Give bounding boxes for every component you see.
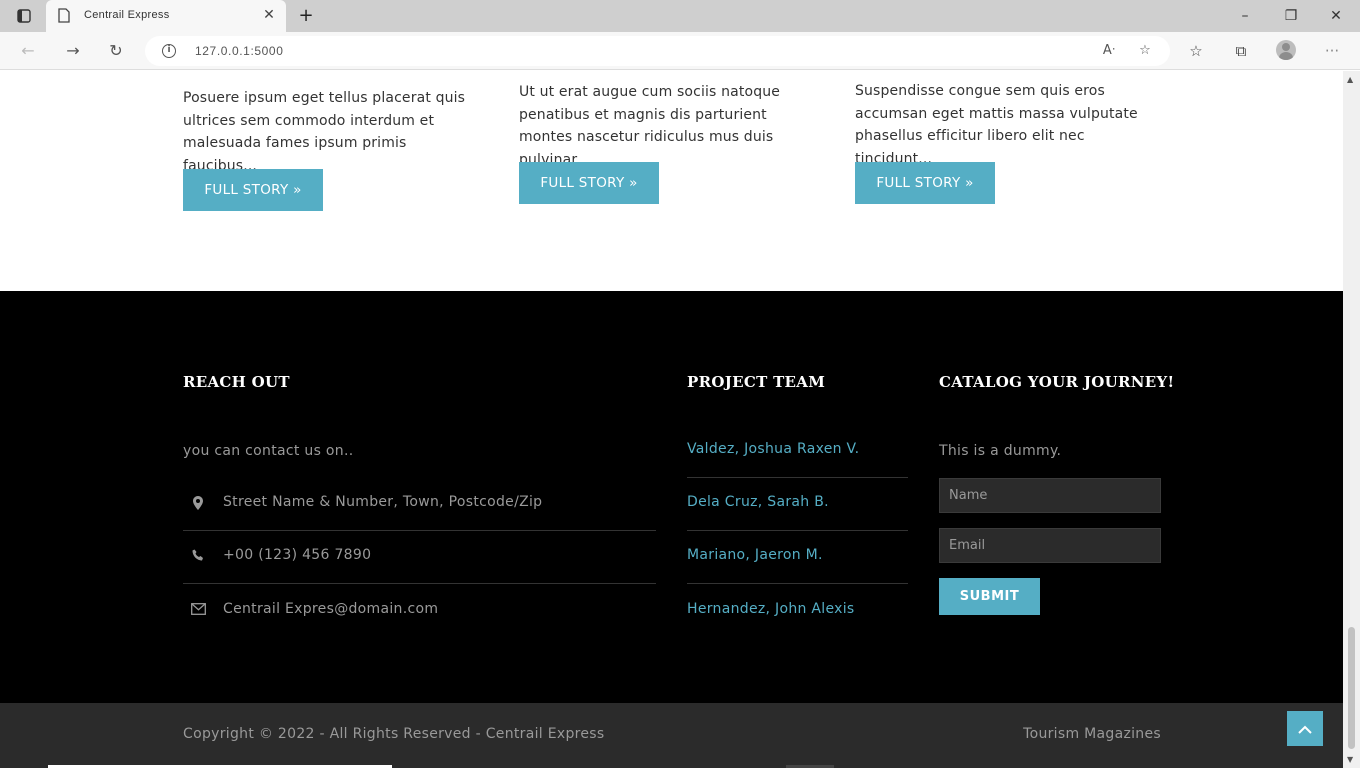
- scroll-up-arrow-icon[interactable]: ▲: [1347, 75, 1353, 84]
- envelope-icon: [191, 603, 206, 619]
- map-pin-icon: [191, 496, 205, 512]
- contact-address: Street Name & Number, Town, Postcode/Zip: [223, 494, 543, 510]
- contact-address-row: Street Name & Number, Town, Postcode/Zip: [183, 478, 656, 531]
- contact-intro: you can contact us on..: [183, 443, 354, 459]
- story-card-2: Ut ut erat augue cum sociis natoque pena…: [519, 81, 819, 171]
- tab-title: Centrail Express: [84, 9, 170, 21]
- tourism-magazines-link[interactable]: Tourism Magazines: [1023, 726, 1161, 742]
- site-footer: REACH OUT you can contact us on.. Street…: [0, 291, 1343, 703]
- team-member-row: Dela Cruz, Sarah B.: [687, 478, 908, 531]
- story-excerpt: Posuere ipsum eget tellus placerat quis …: [183, 90, 466, 174]
- tab-actions-icon[interactable]: [12, 6, 36, 26]
- collections-icon[interactable]: ⧉: [1231, 41, 1251, 61]
- browser-tab-bar: Centrail Express ✕ + – ❐ ✕: [0, 0, 1360, 32]
- browser-toolbar: ← → ↻ i 127.0.0.1:5000 Aᐧ ☆ ☆ ⧉ ···: [0, 32, 1360, 70]
- forward-button[interactable]: →: [61, 40, 85, 62]
- full-story-button[interactable]: FULL STORY »: [183, 169, 323, 211]
- page-viewport: Posuere ipsum eget tellus placerat quis …: [0, 71, 1343, 768]
- contact-email-row: Centrail Expres@domain.com: [183, 585, 656, 638]
- back-button[interactable]: ←: [16, 40, 40, 62]
- address-text[interactable]: 127.0.0.1:5000: [195, 44, 283, 58]
- full-story-button[interactable]: FULL STORY »: [855, 162, 995, 204]
- story-card-1: Posuere ipsum eget tellus placerat quis …: [183, 87, 483, 177]
- team-member-row: Mariano, Jaeron M.: [687, 531, 908, 584]
- team-member-link[interactable]: Hernandez, John Alexis: [687, 601, 855, 617]
- address-bar[interactable]: i 127.0.0.1:5000 Aᐧ ☆: [145, 36, 1170, 66]
- copyright-text: Copyright © 2022 - All Rights Reserved -…: [183, 726, 605, 742]
- restore-button[interactable]: ❐: [1269, 4, 1313, 28]
- refresh-button[interactable]: ↻: [104, 40, 128, 62]
- add-favorite-icon[interactable]: ☆: [1136, 43, 1154, 59]
- read-aloud-icon[interactable]: Aᐧ: [1100, 43, 1118, 59]
- catalog-text: This is a dummy.: [939, 443, 1062, 459]
- browser-tab[interactable]: Centrail Express ✕: [46, 0, 286, 32]
- reach-out-heading: REACH OUT: [183, 373, 290, 391]
- close-window-button[interactable]: ✕: [1314, 4, 1358, 28]
- project-team-heading: PROJECT TEAM: [687, 373, 826, 391]
- team-member-link[interactable]: Valdez, Joshua Raxen V.: [687, 441, 859, 457]
- story-excerpt: Ut ut erat augue cum sociis natoque pena…: [519, 84, 781, 168]
- scroll-down-arrow-icon[interactable]: ▼: [1347, 755, 1353, 764]
- team-member-link[interactable]: Dela Cruz, Sarah B.: [687, 494, 829, 510]
- story-excerpt: Suspendisse congue sem quis eros accumsa…: [855, 83, 1138, 167]
- minimize-button[interactable]: –: [1223, 4, 1267, 28]
- contact-email: Centrail Expres@domain.com: [223, 601, 439, 617]
- chevron-up-icon: [1298, 719, 1312, 738]
- page-icon: [58, 8, 72, 24]
- more-menu-icon[interactable]: ···: [1322, 41, 1342, 61]
- close-tab-icon[interactable]: ✕: [262, 8, 276, 22]
- new-tab-button[interactable]: +: [296, 6, 316, 26]
- contact-phone-row: +00 (123) 456 7890: [183, 531, 656, 584]
- back-to-top-button[interactable]: [1287, 711, 1323, 746]
- catalog-heading: CATALOG YOUR JOURNEY!: [939, 373, 1175, 391]
- submit-button[interactable]: SUBMIT: [939, 578, 1040, 615]
- name-field[interactable]: [939, 478, 1161, 513]
- contact-phone: +00 (123) 456 7890: [223, 547, 372, 563]
- vertical-scrollbar[interactable]: ▲ ▼: [1343, 71, 1360, 768]
- team-member-row: Hernandez, John Alexis: [687, 585, 908, 638]
- profile-avatar[interactable]: [1276, 40, 1296, 60]
- favorites-icon[interactable]: ☆: [1186, 41, 1206, 61]
- site-info-icon[interactable]: i: [162, 44, 176, 58]
- full-story-button[interactable]: FULL STORY »: [519, 162, 659, 204]
- email-field[interactable]: [939, 528, 1161, 563]
- scrollbar-thumb[interactable]: [1348, 627, 1355, 749]
- phone-icon: [191, 549, 205, 565]
- team-member-link[interactable]: Mariano, Jaeron M.: [687, 547, 823, 563]
- copyright-bar: Copyright © 2022 - All Rights Reserved -…: [0, 703, 1343, 768]
- team-member-row: Valdez, Joshua Raxen V.: [687, 425, 908, 478]
- story-card-3: Suspendisse congue sem quis eros accumsa…: [855, 80, 1155, 170]
